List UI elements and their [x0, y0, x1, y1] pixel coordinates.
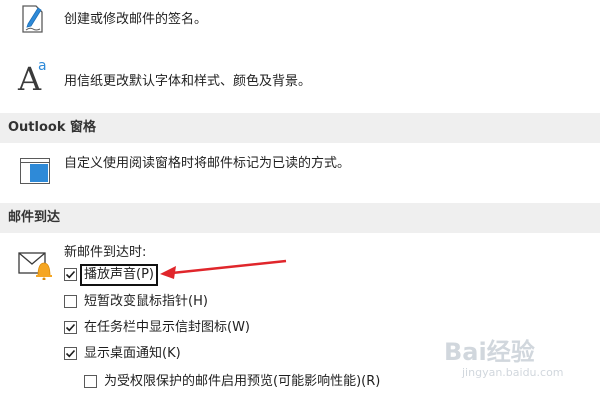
section-header-outlook-pane: Outlook 窗格 [0, 113, 600, 143]
mail-arrival-intro: 新邮件到达时: [64, 245, 147, 260]
envelope-bell-icon [18, 250, 54, 281]
play-sound-checkbox[interactable] [64, 268, 77, 281]
change-pointer-checkbox[interactable] [64, 295, 77, 308]
reading-pane-icon [20, 158, 50, 184]
taskbar-envelope-checkbox[interactable] [64, 321, 77, 334]
stationery-description: 用信纸更改默认字体和样式、颜色及背景。 [64, 74, 312, 89]
signature-pen-icon [20, 2, 46, 34]
rights-protected-preview-label[interactable]: 为受权限保护的邮件启用预览(可能影响性能)(R) [104, 374, 380, 390]
rights-protected-preview-checkbox[interactable] [84, 375, 97, 388]
desktop-alert-checkbox[interactable] [64, 347, 77, 360]
play-sound-label[interactable]: 播放声音(P) [84, 267, 154, 283]
stationery-font-icon: A a [18, 58, 54, 98]
change-pointer-label[interactable]: 短暂改变鼠标指针(H) [84, 294, 208, 310]
annotation-red-arrow [158, 258, 288, 282]
reading-pane-description: 自定义使用阅读窗格时将邮件标记为已读的方式。 [64, 156, 351, 171]
taskbar-envelope-label[interactable]: 在任务栏中显示信封图标(W) [84, 320, 250, 336]
watermark-url: jingyan.baidu.com [462, 366, 564, 379]
desktop-alert-label[interactable]: 显示桌面通知(K) [84, 346, 181, 362]
stationery-icon-small-letter: a [38, 58, 47, 74]
baidu-jingyan-watermark: Bai经验 jingyan.baidu.com [440, 330, 590, 386]
section-header-mail-arrival: 邮件到达 [0, 203, 600, 233]
watermark-brand: Bai经验 [444, 338, 535, 366]
signature-description: 创建或修改邮件的签名。 [64, 12, 208, 27]
